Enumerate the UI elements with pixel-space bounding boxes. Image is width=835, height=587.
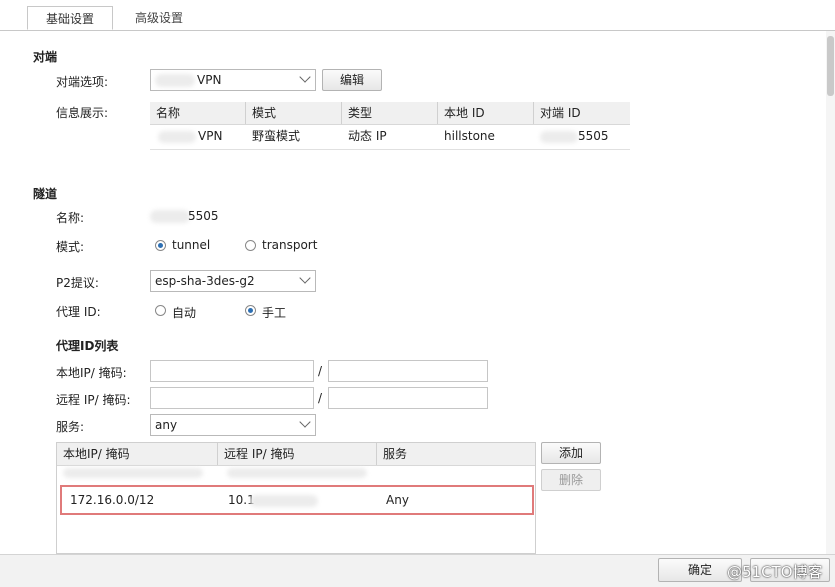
local-ip-input[interactable] xyxy=(150,360,314,382)
peer-option-label: 对端选项: xyxy=(56,75,109,89)
row-mode: 野蛮模式 xyxy=(252,129,301,143)
proxy-list-title: 代理ID列表 xyxy=(56,339,119,353)
radio-transport[interactable] xyxy=(245,240,256,251)
tunnel-section-title: 隧道 xyxy=(33,187,58,201)
header-type: 类型 xyxy=(342,102,438,124)
service-label: 服务: xyxy=(56,420,85,434)
tab-advanced-settings[interactable]: 高级设置 xyxy=(116,6,202,30)
slash-separator: / xyxy=(318,391,323,405)
header-local-id: 本地 ID xyxy=(438,102,534,124)
scrollbar-thumb[interactable] xyxy=(827,36,834,96)
remote-ip-label: 远程 IP/ 掩码: xyxy=(56,393,131,407)
slash-separator: / xyxy=(318,364,323,378)
service-value: any xyxy=(155,418,178,432)
row-service: Any xyxy=(386,493,409,507)
radio-proxy-manual[interactable] xyxy=(245,305,256,316)
proxy-id-list: 本地IP/ 掩码 远程 IP/ 掩码 服务 172.16.0.0/12 10.1… xyxy=(56,442,536,554)
row-local-ip: 172.16.0.0/12 xyxy=(70,493,155,507)
p2-proposal-label: P2提议: xyxy=(56,276,99,290)
redacted-mark xyxy=(158,131,196,143)
peer-section-title: 对端 xyxy=(33,50,58,64)
info-display-label: 信息展示: xyxy=(56,106,109,120)
header-peer-id: 对端 ID xyxy=(540,106,581,120)
vertical-scrollbar[interactable] xyxy=(826,31,835,554)
tunnel-name-value: 5505 xyxy=(188,209,219,223)
remote-mask-input[interactable] xyxy=(328,387,488,409)
chevron-down-icon xyxy=(299,272,311,284)
tunnel-name-label: 名称: xyxy=(56,211,85,225)
header-local-ip: 本地IP/ 掩码 xyxy=(57,443,218,465)
radio-tunnel-label: tunnel xyxy=(172,238,211,252)
header-service: 服务 xyxy=(383,447,408,461)
header-mode: 模式 xyxy=(246,102,342,124)
radio-proxy-manual-label: 手工 xyxy=(262,306,287,320)
radio-proxy-auto-label: 自动 xyxy=(172,306,197,320)
redacted-mark xyxy=(155,74,195,87)
delete-proxy-button[interactable]: 删除 xyxy=(541,469,601,491)
table-row[interactable]: VPN 野蛮模式 动态 IP hillstone 5505 xyxy=(150,125,630,150)
table-row[interactable]: 172.16.0.0/12 10.1 Any xyxy=(60,485,534,515)
radio-transport-label: transport xyxy=(262,238,318,252)
row-type: 动态 IP xyxy=(348,129,387,143)
radio-proxy-auto[interactable] xyxy=(155,305,166,316)
tab-bar: 基础设置 高级设置 xyxy=(0,0,835,31)
remote-ip-input[interactable] xyxy=(150,387,314,409)
redacted-mark xyxy=(150,210,190,223)
chevron-down-icon xyxy=(299,416,311,428)
tab-basic-settings[interactable]: 基础设置 xyxy=(27,6,113,30)
service-select[interactable]: any xyxy=(150,414,316,436)
row-local-id: hillstone xyxy=(444,129,495,143)
redacted-mark xyxy=(63,468,203,478)
peer-option-select[interactable]: VPN xyxy=(150,69,316,91)
redacted-mark xyxy=(227,468,367,478)
peer-option-value: VPN xyxy=(197,73,222,87)
local-mask-input[interactable] xyxy=(328,360,488,382)
watermark: @51CTO博客 xyxy=(727,563,823,581)
radio-tunnel[interactable] xyxy=(155,240,166,251)
edit-peer-button[interactable]: 编辑 xyxy=(322,69,382,91)
row-name: VPN xyxy=(198,129,223,143)
redacted-mark xyxy=(250,495,318,507)
header-name: 名称 xyxy=(150,102,246,124)
header-remote-ip: 远程 IP/ 掩码 xyxy=(218,443,377,465)
proxy-id-label: 代理 ID: xyxy=(56,305,101,319)
p2-proposal-select[interactable]: esp-sha-3des-g2 xyxy=(150,270,316,292)
add-proxy-button[interactable]: 添加 xyxy=(541,442,601,464)
peer-table-header: 名称 模式 类型 本地 ID 对端 ID xyxy=(150,102,630,125)
p2-proposal-value: esp-sha-3des-g2 xyxy=(155,274,255,288)
tunnel-mode-label: 模式: xyxy=(56,240,85,254)
local-ip-label: 本地IP/ 掩码: xyxy=(56,366,127,380)
proxy-list-header: 本地IP/ 掩码 远程 IP/ 掩码 服务 xyxy=(57,443,535,466)
chevron-down-icon xyxy=(299,71,311,83)
row-peer-id: 5505 xyxy=(578,129,609,143)
